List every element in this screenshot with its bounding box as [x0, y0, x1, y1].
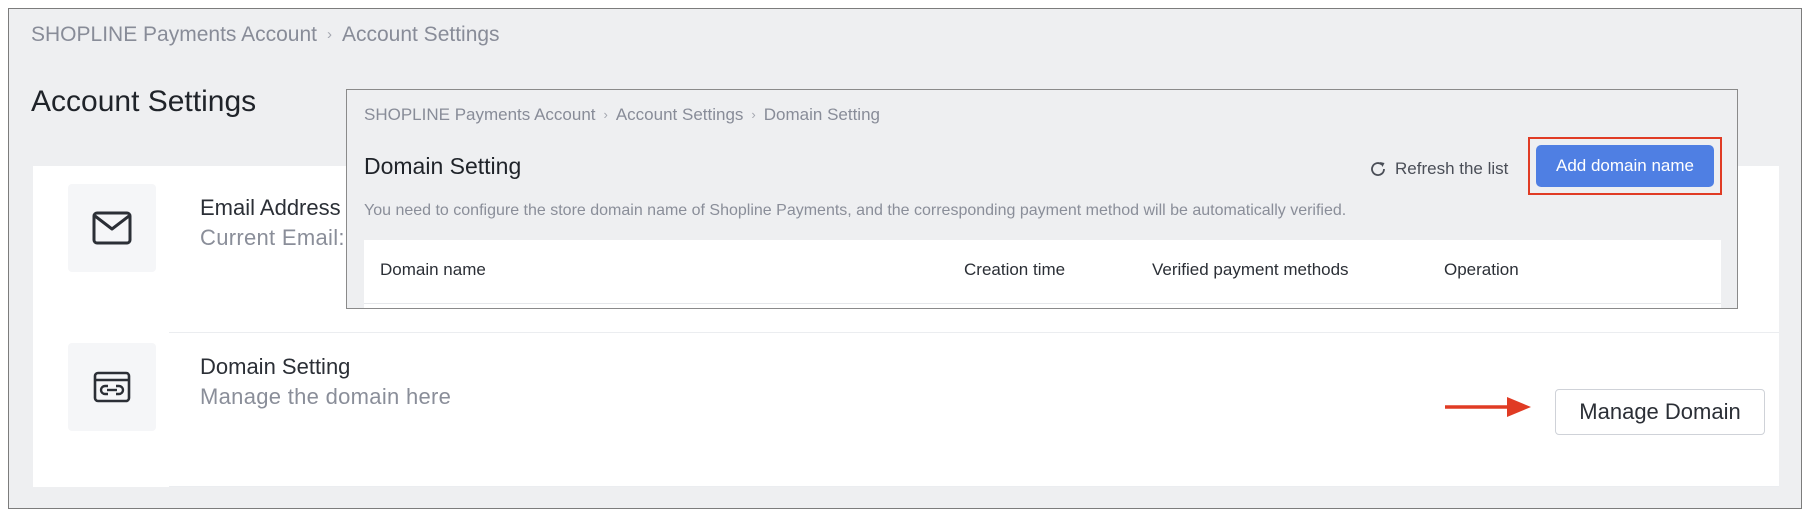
refresh-list-label: Refresh the list: [1395, 159, 1509, 178]
domain-icon-box: [68, 343, 156, 431]
panel-breadcrumb-item-account-settings[interactable]: Account Settings: [616, 105, 744, 124]
domain-link-icon: [93, 371, 131, 403]
column-header-verified-payment-methods: Verified payment methods: [1152, 260, 1349, 279]
manage-domain-button[interactable]: Manage Domain: [1555, 389, 1765, 435]
refresh-icon: [1371, 162, 1385, 176]
panel-breadcrumb-item-payments-account[interactable]: SHOPLINE Payments Account: [364, 105, 596, 124]
page-title: Account Settings: [31, 85, 257, 118]
email-icon-box: [68, 184, 156, 272]
domain-table: Domain name Creation time Verified payme…: [364, 240, 1721, 308]
column-header-operation: Operation: [1444, 260, 1519, 279]
column-header-domain-name: Domain name: [380, 260, 486, 279]
arrow-right-icon: [1445, 397, 1531, 417]
breadcrumb-item-account-settings: Account Settings: [341, 23, 500, 46]
panel-breadcrumb-item-domain-setting: Domain Setting: [763, 105, 880, 124]
domain-setting-panel: SHOPLINE Payments Account › Account Settin…: [346, 89, 1738, 309]
row-divider: [169, 332, 1779, 333]
mail-icon: [92, 211, 132, 245]
refresh-list-button[interactable]: Refresh the list: [1369, 159, 1508, 179]
domain-row-title: Domain Setting: [200, 354, 351, 379]
add-domain-button[interactable]: Add domain name: [1536, 145, 1714, 187]
row-divider: [169, 486, 1779, 487]
panel-description: You need to configure the store domain n…: [364, 202, 1347, 219]
breadcrumb-separator-icon: ›: [326, 26, 332, 43]
email-row-title: Email Address: [200, 195, 341, 220]
breadcrumb-separator-icon: ›: [751, 107, 756, 122]
breadcrumb-item-payments-account[interactable]: SHOPLINE Payments Account: [31, 23, 317, 46]
panel-breadcrumb: SHOPLINE Payments Account › Account Settin…: [364, 105, 880, 125]
panel-title: Domain Setting: [364, 153, 522, 179]
email-row-subtitle: Current Email:: [200, 225, 345, 250]
table-header-divider: [364, 303, 1721, 304]
domain-row-subtitle: Manage the domain here: [200, 384, 452, 409]
column-header-creation-time: Creation time: [964, 260, 1066, 279]
app-frame: SHOPLINE Payments Account › Account Settin…: [8, 8, 1802, 509]
breadcrumb-separator-icon: ›: [603, 107, 608, 122]
breadcrumb: SHOPLINE Payments Account › Account Settin…: [31, 23, 500, 47]
